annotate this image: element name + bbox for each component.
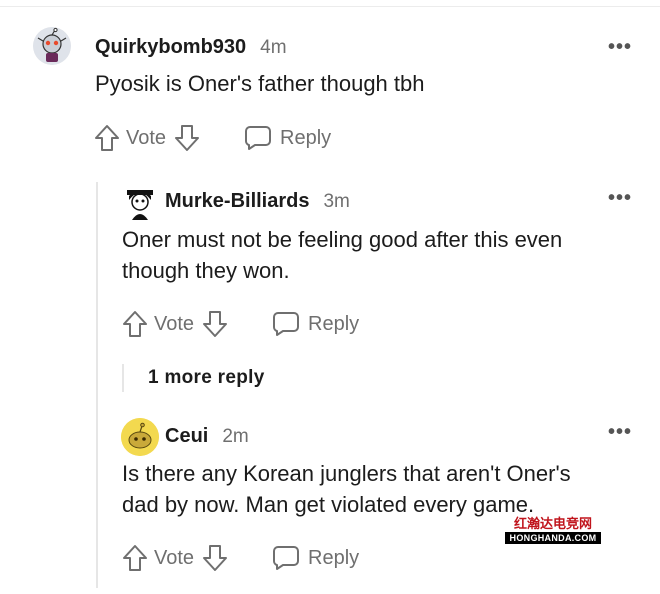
comment-line: Pyosik is Oner's father though tbh [95, 71, 425, 96]
upvote-arrow-icon[interactable] [94, 124, 120, 152]
timestamp: 4m [260, 36, 287, 58]
more-options-icon[interactable]: ••• [608, 187, 632, 210]
top-divider [0, 6, 660, 7]
more-replies-link[interactable]: 1 more reply [148, 367, 265, 389]
more-options-icon[interactable]: ••• [608, 36, 632, 59]
avatar[interactable] [121, 184, 159, 222]
downvote-arrow-icon[interactable] [202, 310, 228, 338]
comment-actions: Vote Reply [122, 310, 359, 338]
timestamp: 3m [323, 190, 350, 212]
reply-label: Reply [280, 126, 332, 149]
comment-line: though they won. [122, 258, 290, 283]
downvote-arrow-icon[interactable] [202, 544, 228, 572]
comment-line: dad by now. Man get violated every game. [122, 492, 535, 517]
reply-bubble-icon [272, 545, 300, 571]
timestamp: 2m [222, 425, 249, 447]
avatar[interactable] [33, 27, 71, 65]
watermark-en: HONGHANDA.COM [505, 532, 601, 544]
reply-bubble-icon [244, 125, 272, 151]
downvote-arrow-icon[interactable] [174, 124, 200, 152]
reply-bubble-icon [272, 311, 300, 337]
vote-label: Vote [154, 546, 195, 569]
comment-body: Oner must not be feeling good after this… [122, 224, 562, 286]
comment-line: Oner must not be feeling good after this… [122, 227, 563, 252]
avatar[interactable] [121, 418, 159, 456]
comment-body: Is there any Korean junglers that aren't… [122, 458, 571, 520]
vote-label: Vote [154, 312, 195, 335]
username[interactable]: Quirkybomb930 [95, 36, 246, 59]
comment-body: Pyosik is Oner's father though tbh [95, 68, 424, 99]
vote-label: Vote [126, 126, 167, 149]
reply-button[interactable]: Reply [272, 545, 359, 571]
comment-actions: Vote Reply [122, 544, 359, 572]
watermark-cn: 红瀚达电竞网 [505, 513, 601, 532]
reply-label: Reply [308, 312, 360, 335]
username[interactable]: Ceui [165, 425, 208, 448]
reply-button[interactable]: Reply [272, 311, 359, 337]
thread-line-nested[interactable] [122, 364, 124, 392]
thread-line-root[interactable] [96, 182, 98, 588]
upvote-arrow-icon[interactable] [122, 310, 148, 338]
comment-actions: Vote Reply [94, 124, 331, 152]
comment-line: Is there any Korean junglers that aren't… [122, 461, 571, 486]
more-options-icon[interactable]: ••• [608, 421, 632, 444]
reply-button[interactable]: Reply [244, 125, 331, 151]
reply-label: Reply [308, 546, 360, 569]
watermark: 红瀚达电竞网 HONGHANDA.COM [505, 513, 601, 544]
upvote-arrow-icon[interactable] [122, 544, 148, 572]
username[interactable]: Murke-Billiards [165, 190, 309, 213]
